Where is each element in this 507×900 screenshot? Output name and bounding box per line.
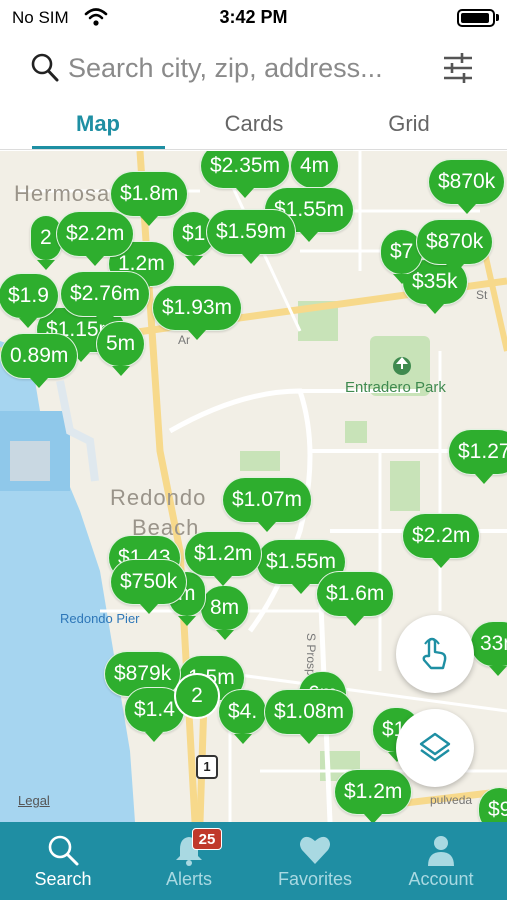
price-pin[interactable]: $1.6m [316, 571, 395, 626]
price-pin[interactable]: $2.76m [60, 271, 151, 326]
filter-sliders-icon[interactable] [440, 50, 476, 86]
price-pin[interactable]: $1.2m [334, 769, 413, 822]
alerts-count-badge: 25 [192, 828, 222, 850]
nav-alerts[interactable]: 25 Alerts [126, 822, 252, 900]
search-bar [0, 38, 507, 98]
price-pin[interactable]: $870k [416, 219, 494, 274]
hand-pointer-icon [422, 637, 447, 670]
street-label-prospect: S Prosp [304, 633, 318, 676]
price-pin[interactable]: $1.8m [110, 171, 189, 226]
tab-cards[interactable]: Cards [184, 100, 324, 150]
cluster-marker[interactable]: 2 [174, 673, 220, 719]
layers-icon [419, 732, 451, 762]
bottom-nav: Search 25 Alerts Favorites Account [0, 822, 507, 900]
map-layers-button[interactable] [396, 709, 474, 787]
place-label-hermosa: Hermosa [14, 181, 111, 206]
tab-map[interactable]: Map [28, 100, 168, 150]
legal-link[interactable]: Legal [18, 793, 50, 808]
status-bar: No SIM 3:42 PM [0, 0, 507, 36]
price-pin[interactable]: $4. [218, 689, 268, 744]
nav-label: Account [408, 869, 474, 889]
status-time: 3:42 PM [219, 7, 288, 27]
nav-search[interactable]: Search [0, 822, 126, 900]
price-pin[interactable]: 8m [200, 585, 250, 640]
search-icon [31, 53, 59, 82]
draw-area-button[interactable] [396, 615, 474, 693]
price-pin[interactable]: $2.35m [200, 151, 291, 198]
battery-nub [496, 14, 499, 21]
price-pin[interactable]: $1.2m [184, 531, 263, 586]
search-icon [48, 835, 79, 866]
search-input[interactable] [68, 50, 428, 86]
nav-label: Search [34, 869, 92, 889]
active-tab-indicator [32, 146, 165, 149]
price-pin[interactable]: 5m [96, 321, 146, 376]
tab-grid[interactable]: Grid [339, 100, 479, 150]
price-pin[interactable]: $2.2m [56, 211, 135, 266]
price-pin[interactable]: $1.93m [152, 285, 243, 340]
street-label-sepulveda: pulveda [430, 793, 473, 807]
price-pin[interactable]: 0.89m [0, 333, 79, 388]
nav-account[interactable]: Account [378, 822, 504, 900]
nav-label: Favorites [277, 869, 353, 889]
price-pin[interactable]: $870k [428, 159, 506, 214]
nav-favorites[interactable]: Favorites [252, 822, 378, 900]
heart-icon [300, 836, 330, 864]
route-shield: 1 [196, 755, 218, 779]
price-pin[interactable]: $1.27 [448, 429, 507, 484]
price-pin[interactable]: $1.08m [264, 689, 355, 744]
pier-label: Redondo Pier [60, 611, 140, 626]
view-tabs: Map Cards Grid [0, 100, 507, 150]
park-label: Entradero Park [345, 379, 446, 396]
map-view[interactable]: Hermosa Redondo Beach Entradero Park Red… [0, 151, 507, 822]
nav-label: Alerts [165, 869, 212, 889]
place-label-redondo: Redondo [110, 485, 207, 510]
person-icon [428, 836, 454, 866]
price-pin[interactable]: $750k [110, 559, 188, 614]
street-label-st: St [476, 288, 488, 302]
price-pin[interactable]: $1.07m [222, 477, 313, 532]
battery-icon [457, 9, 495, 27]
price-pin[interactable]: $1.9 [0, 273, 59, 328]
price-pin[interactable]: $2.2m [402, 513, 481, 568]
price-pin[interactable]: $1.59m [206, 209, 297, 264]
